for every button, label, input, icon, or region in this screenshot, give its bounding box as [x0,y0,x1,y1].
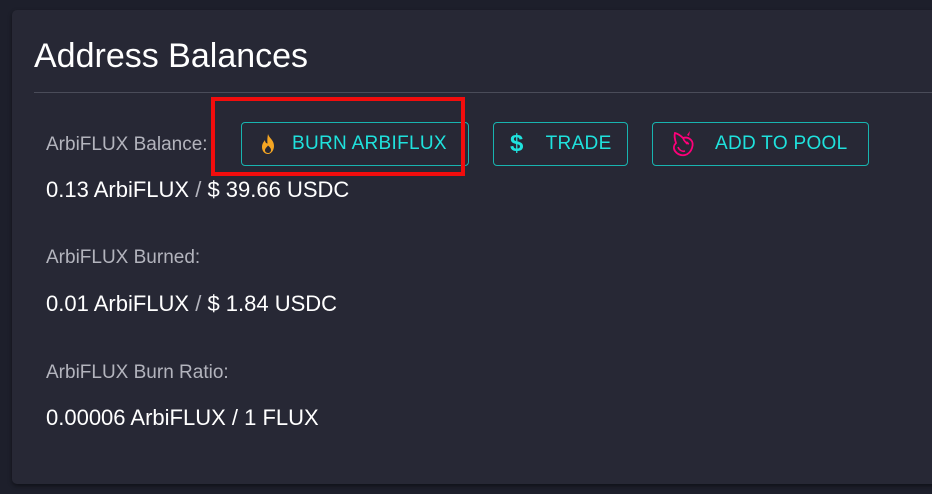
balance-amount: 0.13 ArbiFLUX [46,177,190,202]
title-divider [34,92,932,93]
burned-amount: 0.01 ArbiFLUX [46,291,190,316]
burned-separator: / [195,291,202,316]
balance-usdc: $ 39.66 USDC [207,177,350,202]
balance-separator: / [195,177,202,202]
burned-value: 0.01 ArbiFLUX / $ 1.84 USDC [46,291,337,317]
burn-arbiflux-label: BURN ARBIFLUX [292,133,447,154]
card-title: Address Balances [34,37,309,75]
burned-label: ArbiFLUX Burned: [46,247,201,268]
unicorn-icon [669,129,699,159]
add-to-pool-button[interactable]: ADD TO POOL [652,122,869,166]
dollar-icon: $ [510,130,524,157]
add-to-pool-label: ADD TO POOL [715,133,848,154]
burned-usdc: $ 1.84 USDC [207,291,338,316]
balance-value: 0.13 ArbiFLUX / $ 39.66 USDC [46,177,349,203]
burn-arbiflux-button[interactable]: BURN ARBIFLUX [241,122,469,166]
address-balances-card: Address Balances ArbiFLUX Balance: 0.13 … [12,10,932,484]
flame-icon [258,133,278,155]
trade-label: TRADE [545,133,612,154]
burn-ratio-label: ArbiFLUX Burn Ratio: [46,362,229,383]
balance-label: ArbiFLUX Balance: [46,134,208,155]
burn-ratio-value: 0.00006 ArbiFLUX / 1 FLUX [46,405,319,430]
trade-button[interactable]: $ TRADE [493,122,628,166]
